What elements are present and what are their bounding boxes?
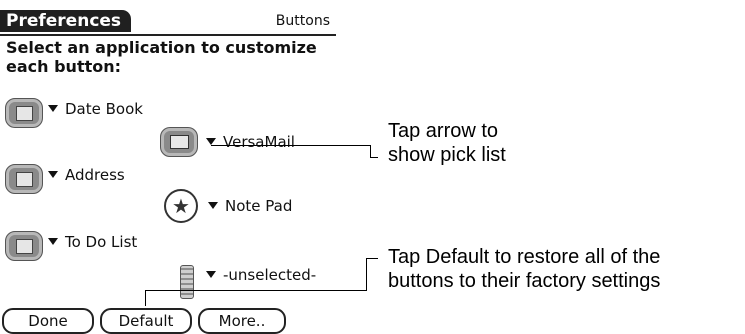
arrow-callout-line <box>211 145 371 146</box>
more-button[interactable]: More.. <box>198 308 286 334</box>
arrow-callout-line2: show pick list <box>388 144 506 166</box>
category-label[interactable]: Buttons <box>276 12 330 30</box>
envelope-glyph <box>170 135 189 149</box>
address-app-picker[interactable]: Note Pad <box>208 197 292 215</box>
datebook-button-icon <box>5 98 43 128</box>
datebook-app-picker[interactable]: VersaMail <box>206 133 295 151</box>
chevron-down-icon <box>206 271 216 278</box>
instruction-text: Select an application to customize each … <box>6 38 317 76</box>
palm-screen: Preferences Buttons Select an applicatio… <box>0 0 338 334</box>
default-callout-end <box>366 258 378 259</box>
title-bar: Preferences Buttons <box>0 10 336 36</box>
default-callout-line2: buttons to their factory settings <box>388 270 661 292</box>
address-button-icon <box>5 164 43 194</box>
versamail-label: VersaMail <box>223 133 295 151</box>
default-callout-horizontal <box>145 290 367 291</box>
chevron-down-icon <box>48 238 58 245</box>
address-trigger[interactable]: Address <box>48 166 125 184</box>
chevron-down-icon <box>48 105 58 112</box>
chevron-down-icon <box>48 171 58 178</box>
done-button[interactable]: Done <box>2 308 94 334</box>
arrow-callout-line-end <box>370 157 378 158</box>
todo-label: To Do List <box>65 233 138 251</box>
datebook-label: Date Book <box>65 100 143 118</box>
note-pad-icon: ★ <box>164 189 198 223</box>
todo-app-picker[interactable]: -unselected- <box>206 266 316 284</box>
app-title[interactable]: Preferences <box>0 10 132 32</box>
unselected-icon <box>180 265 194 299</box>
unselected-label: -unselected- <box>223 266 317 284</box>
arrow-callout-line1: Tap arrow to <box>388 120 499 142</box>
default-callout-vertical <box>145 290 146 306</box>
versamail-icon <box>160 127 198 157</box>
todo-trigger[interactable]: To Do List <box>48 233 137 251</box>
todo-glyph <box>16 239 33 254</box>
default-callout-line1: Tap Default to restore all of the <box>388 246 661 268</box>
default-button[interactable]: Default <box>100 308 192 334</box>
datebook-trigger[interactable]: Date Book <box>48 100 143 118</box>
datebook-glyph <box>16 106 33 121</box>
note-pad-label: Note Pad <box>225 197 293 215</box>
address-glyph <box>16 172 33 187</box>
chevron-down-icon <box>206 138 216 145</box>
default-callout-rise <box>366 258 367 291</box>
todo-button-icon <box>5 231 43 261</box>
address-label: Address <box>65 166 125 184</box>
chevron-down-icon <box>208 202 218 209</box>
